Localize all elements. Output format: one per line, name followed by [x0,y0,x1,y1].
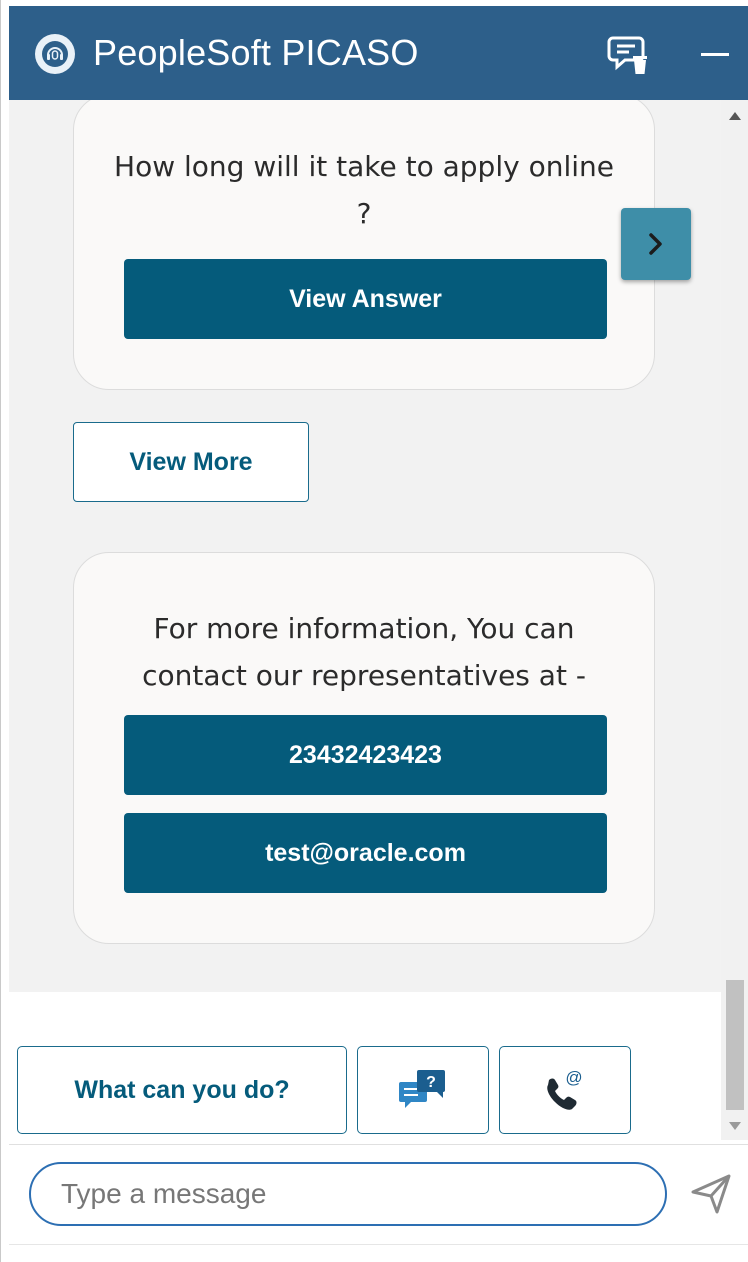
scroll-down-arrow-icon[interactable] [721,1112,748,1140]
svg-text:?: ? [426,1074,436,1091]
carousel-next-button[interactable] [621,208,691,280]
bottom-border [9,1244,748,1245]
what-can-you-do-label: What can you do? [74,1075,290,1104]
headset-icon [35,34,75,74]
contact-info-text: For more information, You can contact ou… [142,612,586,692]
faq-card: How long will it take to apply online ? … [73,100,655,390]
faq-quick-button[interactable]: ? [357,1046,489,1134]
chat-widget: PeopleSoft PICASO How long will it take … [0,0,748,1262]
message-list[interactable]: How long will it take to apply online ? … [9,100,721,992]
chat-header: PeopleSoft PICASO [9,6,748,100]
send-icon [691,1174,731,1214]
view-answer-button[interactable]: View Answer [124,259,607,339]
faq-question: How long will it take to apply online ? [114,150,614,230]
send-button[interactable] [683,1166,739,1222]
clear-chat-icon[interactable] [603,28,655,80]
phone-button[interactable]: 23432423423 [124,715,607,795]
view-more-button[interactable]: View More [73,422,309,502]
chat-title: PeopleSoft PICASO [93,32,419,73]
what-can-you-do-button[interactable]: What can you do? [17,1046,347,1134]
scrollbar-thumb[interactable] [726,980,744,1110]
faq-chat-icon: ? [399,1070,445,1108]
scroll-up-arrow-icon[interactable] [721,102,748,130]
message-input[interactable] [29,1162,667,1226]
vertical-scrollbar[interactable] [721,100,748,1140]
phone-email-icon: @ [547,1068,583,1110]
email-button[interactable]: test@oracle.com [124,813,607,893]
input-divider [9,1144,748,1145]
minimize-icon[interactable] [689,28,741,80]
contact-card: For more information, You can contact ou… [73,552,655,944]
svg-text:@: @ [565,1068,582,1087]
chevron-right-icon [649,233,662,255]
contact-quick-button[interactable]: @ [499,1046,631,1134]
